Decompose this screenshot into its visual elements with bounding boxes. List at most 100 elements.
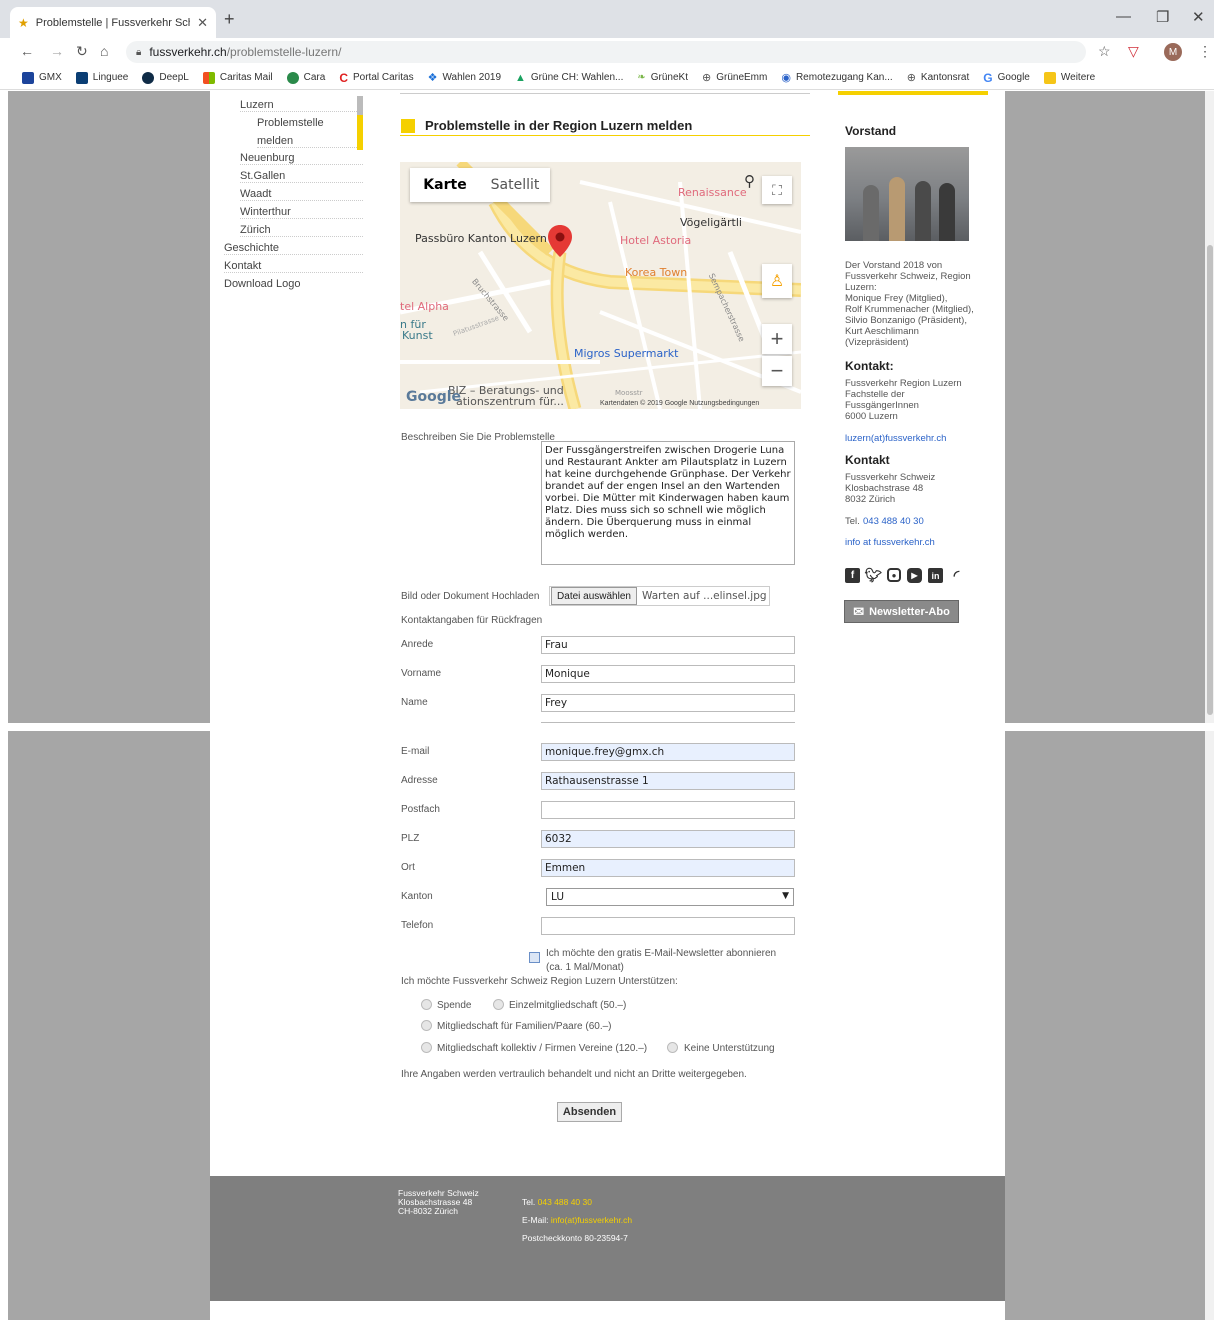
tab-close-icon[interactable]: ✕	[197, 15, 208, 31]
map-tab-karte[interactable]: Karte	[410, 168, 480, 202]
twitter-icon[interactable]: 🐦︎	[865, 567, 883, 583]
bookmark-cara[interactable]: Cara	[286, 71, 325, 84]
rss-icon[interactable]: ◜	[949, 567, 964, 583]
plz-field[interactable]: 6032	[541, 830, 795, 848]
google-map[interactable]: Karte Satellit ⚲ ⛶ ♙ + − Passbüro Kanton…	[400, 162, 801, 409]
email-field[interactable]: monique.frey@gmx.ch	[541, 743, 795, 761]
bookmark-kantonsrat[interactable]: ⊕ Kantonsrat	[907, 71, 970, 84]
bookmark-gruenekt[interactable]: ❧ GrüneKt	[637, 72, 688, 83]
radio-label: Spende	[437, 1000, 472, 1011]
nav-item-kontakt[interactable]: Kontakt	[224, 260, 363, 273]
close-window-icon[interactable]: ✕	[1192, 8, 1205, 26]
youtube-icon[interactable]: ▶	[907, 568, 922, 583]
radio-label: Mitgliedschaft für Familien/Paare (60.–)	[437, 1021, 612, 1032]
zoom-out-icon[interactable]: −	[762, 356, 792, 386]
favicon-walker-icon: ★	[18, 15, 29, 30]
tel-link[interactable]: 043 488 40 30	[863, 516, 924, 527]
newsletter-checkbox[interactable]	[529, 952, 540, 963]
bookmark-google[interactable]: G Google	[983, 71, 1030, 85]
bookmark-weitere[interactable]: Weitere	[1043, 71, 1095, 84]
nav-item-neuenburg[interactable]: Neuenburg	[240, 152, 363, 165]
globe-icon: ⊕	[906, 72, 916, 84]
ort-field[interactable]: Emmen	[541, 859, 795, 877]
facebook-icon[interactable]: f	[845, 568, 860, 583]
kanton-select[interactable]: LU ▼	[546, 888, 794, 906]
footer-tel-label: Tel.	[522, 1197, 536, 1207]
newsletter-button[interactable]: ✉ Newsletter-Abo	[844, 600, 959, 623]
luzern-email-link[interactable]: luzern(at)fussverkehr.ch	[845, 433, 946, 444]
nav-item-melden[interactable]: melden	[257, 135, 357, 148]
forward-icon[interactable]: →	[50, 43, 64, 59]
radio-familien[interactable]	[421, 1020, 432, 1031]
url-field[interactable]: 🔒︎ fussverkehr.ch/problemstelle-luzern/	[126, 41, 1086, 63]
browser-tab[interactable]: ★ Problemstelle | Fussverkehr Schw ✕	[10, 7, 216, 38]
nav-item-geschichte[interactable]: Geschichte	[224, 242, 363, 255]
radio-label: Keine Unterstützung	[684, 1043, 775, 1054]
board-photo	[845, 147, 969, 241]
description-textarea[interactable]: Der Fussgängerstreifen zwischen Drogerie…	[541, 441, 795, 565]
vorstand-title: Vorstand	[845, 124, 897, 138]
browser-tab-bar: ★ Problemstelle | Fussverkehr Schw ✕ + —…	[0, 0, 1214, 38]
map-marker-icon[interactable]	[548, 225, 572, 257]
telefon-field[interactable]	[541, 917, 795, 935]
info-email-link[interactable]: info at fussverkehr.ch	[845, 537, 935, 548]
reload-icon[interactable]: ↻	[76, 43, 88, 60]
bookmark-label: Caritas Mail	[219, 72, 273, 83]
url-host: fussverkehr.ch	[149, 45, 227, 59]
radio-kollektiv[interactable]	[421, 1042, 432, 1053]
nav-item-zuerich[interactable]: Zürich	[240, 224, 363, 237]
extension-shield-icon[interactable]: ▽	[1128, 43, 1139, 60]
map-label: Hotel Astoria	[620, 234, 692, 247]
bookmark-deepl[interactable]: DeepL	[142, 71, 189, 84]
radio-spende[interactable]	[421, 999, 432, 1010]
back-icon[interactable]: ←	[20, 43, 34, 59]
postfach-field[interactable]	[541, 801, 795, 819]
name-field[interactable]: Frey	[541, 694, 795, 712]
map-attribution[interactable]: Kartendaten © 2019 Google Nutzungsbeding…	[600, 400, 759, 407]
bookmark-linguee[interactable]: Linguee	[75, 71, 128, 84]
pegman-icon[interactable]: ♙	[762, 264, 792, 298]
linkedin-icon[interactable]: in	[928, 568, 943, 583]
nav-item-luzern[interactable]: Luzern	[240, 99, 357, 112]
footer-email[interactable]: info(at)fussverkehr.ch	[551, 1215, 632, 1225]
radio-einzelmitgliedschaft[interactable]	[493, 999, 504, 1010]
gmx-icon	[22, 71, 34, 84]
adresse-field[interactable]: Rathausenstrasse 1	[541, 772, 795, 790]
radio-keine[interactable]	[667, 1042, 678, 1053]
submit-button[interactable]: Absenden	[557, 1102, 622, 1122]
minimize-icon[interactable]: —	[1116, 8, 1131, 25]
footer-postcheck: Postcheckkonto 80-23594-7	[522, 1233, 628, 1243]
instagram-icon[interactable]: ●	[887, 568, 901, 582]
nav-item-winterthur[interactable]: Winterthur	[240, 206, 363, 219]
footer-tel[interactable]: 043 488 40 30	[538, 1197, 592, 1207]
bookmark-portal-caritas[interactable]: C Portal Caritas	[339, 71, 413, 85]
choose-file-button[interactable]: Datei auswählen	[551, 587, 637, 605]
bookmark-wahlen[interactable]: ❖ Wahlen 2019	[428, 71, 501, 84]
profile-avatar[interactable]: M	[1164, 43, 1182, 61]
bookmark-star-icon[interactable]: ☆	[1098, 43, 1111, 60]
bookmark-gruene-ch[interactable]: ▲ Grüne CH: Wahlen...	[515, 72, 623, 84]
menu-dots-icon[interactable]: ⋮	[1198, 43, 1212, 60]
chosen-file-name: Warten auf ...elinsel.jpg	[642, 590, 767, 602]
bookmark-remotezugang[interactable]: ◉ Remotezugang Kan...	[781, 71, 892, 84]
scrollbar-thumb[interactable]	[1207, 245, 1213, 715]
map-tab-satellit[interactable]: Satellit	[480, 168, 550, 202]
bookmark-grueneemm[interactable]: ⊕ GrüneEmm	[702, 71, 767, 84]
restore-icon[interactable]: ❐	[1156, 8, 1169, 26]
drive-icon: ▲	[515, 71, 526, 84]
nav-item-problemstelle[interactable]: Problemstelle	[257, 117, 357, 129]
fullscreen-icon[interactable]: ⛶	[762, 176, 792, 204]
anrede-field[interactable]: Frau	[541, 636, 795, 654]
home-icon[interactable]: ⌂	[100, 43, 108, 59]
nav-item-download-logo[interactable]: Download Logo	[224, 278, 363, 290]
nav-item-waadt[interactable]: Waadt	[240, 188, 363, 201]
zoom-in-icon[interactable]: +	[762, 324, 792, 354]
bookmark-label: DeepL	[159, 72, 189, 83]
nav-item-stgallen[interactable]: St.Gallen	[240, 170, 363, 183]
bookmark-gmx[interactable]: GMX	[22, 71, 62, 84]
folder-icon	[1043, 71, 1056, 84]
kontakt2-title: Kontakt	[845, 453, 890, 467]
new-tab-icon[interactable]: +	[224, 9, 235, 30]
vorname-field[interactable]: Monique	[541, 665, 795, 683]
bookmark-caritas-mail[interactable]: Caritas Mail	[202, 71, 273, 84]
